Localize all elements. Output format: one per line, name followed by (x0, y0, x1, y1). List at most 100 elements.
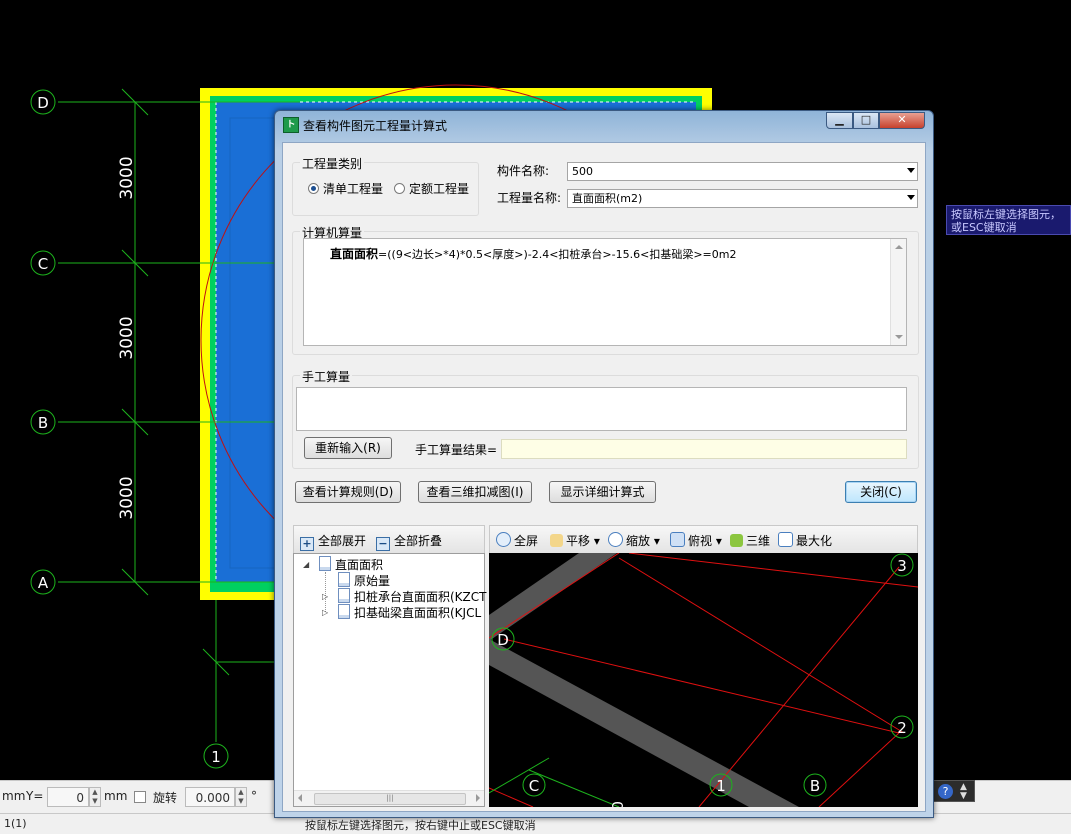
tree-item-original[interactable]: 原始量 (338, 572, 390, 589)
maximize-icon (778, 532, 793, 547)
qty-tree[interactable]: ◢ 直面面积 原始量 ▷ 扣桩承台直面面积(KZCT ▷ 扣基础梁直面面积(KJ… (293, 553, 486, 807)
formula-rest: =((9<边长>*4)*0.5<厚度>)-2.4<扣桩承台>-15.6<扣基础梁… (378, 248, 737, 261)
help-icon[interactable]: ? (938, 784, 953, 799)
qty-name-label: 工程量名称: (497, 191, 562, 205)
tree-item-label: 扣基础梁直面面积(KJCL (354, 606, 482, 620)
y-spinner[interactable]: ▲ ▼ (89, 787, 101, 807)
app-icon: ト (283, 117, 299, 133)
pan-label: 平移 (566, 534, 591, 548)
collapse-all-button[interactable]: − 全部折叠 (376, 532, 442, 551)
view-3d-deduction-button[interactable]: 查看三维扣减图(I) (418, 481, 532, 503)
rotate-input[interactable]: 0.000 (185, 787, 235, 807)
command-prompt: 按鼠标左键选择图元，按右键中止或ESC键取消 (305, 819, 536, 832)
qty-name-select[interactable]: 直面面积(m2) (567, 189, 918, 208)
view-label-B: B (810, 777, 820, 795)
view-label-C: C (529, 777, 539, 795)
maximize-button[interactable]: □ (853, 112, 879, 129)
radio-quota-qty-label[interactable]: 定额工程量 (409, 180, 469, 197)
component-name-value: 500 (572, 165, 593, 178)
dimension-BA: 3000 (117, 476, 137, 519)
formula-textarea[interactable]: 直面面积=((9<边长>*4)*0.5<厚度>)-2.4<扣桩承台>-15.6<… (303, 238, 907, 346)
minus-icon: − (376, 537, 390, 551)
top-view-label: 俯视 (688, 534, 713, 548)
view-label-1: 1 (716, 777, 726, 795)
view-label-2: 2 (897, 719, 907, 737)
close-window-button[interactable]: ✕ (879, 112, 925, 129)
tree-item-pile-cap[interactable]: 扣桩承台直面面积(KZCT (338, 588, 486, 605)
y-label: Y= (26, 789, 44, 803)
axis-label-C: C (38, 255, 48, 273)
view-label-D: D (497, 631, 509, 649)
rotate-spinner[interactable]: ▲ ▼ (235, 787, 247, 807)
collapse-all-label: 全部折叠 (394, 534, 443, 548)
component-name-label: 构件名称: (497, 164, 550, 178)
pan-button[interactable]: 平移 ▾ (550, 532, 600, 549)
document-icon (338, 572, 350, 587)
formula-scrollbar[interactable] (890, 239, 906, 345)
hint-line-2: 或ESC键取消 (951, 221, 1017, 234)
full-screen-button[interactable]: 全屏 (496, 532, 538, 549)
3d-view-button[interactable]: 三维 (730, 532, 770, 549)
full-screen-label: 全屏 (514, 534, 539, 548)
hand-icon (550, 534, 563, 547)
plus-icon: + (300, 537, 314, 551)
component-name-select[interactable]: 500 (567, 162, 918, 181)
view-label-3: 3 (897, 557, 907, 575)
qty-name-value: 直面面积(m2) (572, 192, 643, 205)
view-stray-text: 0 (608, 801, 626, 807)
maximize-view-button[interactable]: 最大化 (778, 532, 832, 549)
zoom-label: 缩放 (626, 534, 651, 548)
dimension-DC: 3000 (117, 156, 137, 199)
dialog-titlebar[interactable]: ト 查看构件图元工程量计算式 ▁ □ ✕ (275, 111, 933, 139)
reinput-button[interactable]: 重新输入(R) (304, 437, 392, 459)
expand-arrow-icon[interactable]: ▷ (322, 592, 328, 601)
rotate-label: 旋转 (153, 791, 178, 805)
axis-label-B: B (38, 414, 48, 432)
expand-all-label: 全部展开 (318, 534, 367, 548)
dimension-CB: 3000 (117, 316, 137, 359)
document-icon (338, 604, 350, 619)
tree-item-label: 原始量 (354, 574, 391, 588)
formula-text: 直面面积=((9<边长>*4)*0.5<厚度>)-2.4<扣桩承台>-15.6<… (330, 245, 736, 262)
collapse-arrow-icon[interactable]: ◢ (303, 560, 309, 569)
axis-label-A: A (38, 574, 49, 592)
close-button[interactable]: 关闭(C) (845, 481, 917, 503)
3d-icon (730, 534, 743, 547)
zoom-button[interactable]: 缩放 ▾ (608, 532, 660, 549)
view-rules-button[interactable]: 查看计算规则(D) (295, 481, 401, 503)
tree-toolbar: + 全部展开 − 全部折叠 (293, 525, 485, 555)
tree-root[interactable]: 直面面积 (319, 556, 383, 573)
rotate-checkbox[interactable] (134, 791, 146, 803)
manual-result-field[interactable] (501, 439, 907, 459)
tree-root-label: 直面面积 (335, 558, 384, 572)
chevron-down-icon (907, 168, 915, 173)
3d-viewport[interactable]: 3 D 2 C 1 B 0 (489, 553, 918, 807)
radio-bill-qty[interactable] (308, 183, 319, 194)
3d-view-label: 三维 (746, 534, 771, 548)
y-input[interactable]: 0 (47, 787, 89, 807)
top-view-button[interactable]: 俯视 ▾ (670, 532, 722, 549)
document-icon (319, 556, 331, 571)
hint-line-1: 按鼠标左键选择图元， (951, 208, 1061, 221)
minimize-button[interactable]: ▁ (826, 112, 853, 129)
tree-item-foundation-beam[interactable]: 扣基础梁直面面积(KJCL (338, 604, 481, 621)
tree-item-label: 扣桩承台直面面积(KZCT (354, 590, 487, 604)
manual-textarea[interactable] (296, 387, 907, 431)
expand-arrow-icon[interactable]: ▷ (322, 608, 328, 617)
manual-calc-label: 手工算量 (300, 368, 353, 385)
radio-bill-qty-label[interactable]: 清单工程量 (323, 180, 383, 197)
cursor-hint-tooltip: 按鼠标左键选择图元， 或ESC键取消 (946, 205, 1071, 235)
radio-quota-qty[interactable] (394, 183, 405, 194)
expand-all-button[interactable]: + 全部展开 (300, 532, 366, 551)
formula-bold: 直面面积 (330, 247, 379, 261)
axis-label-D: D (37, 94, 49, 112)
viewer-toolbar: 全屏 平移 ▾ 缩放 ▾ 俯视 ▾ 三维 最大化 (489, 525, 918, 555)
tree-hscrollbar[interactable]: ||| (294, 790, 484, 806)
dialog-client: 工程量类别 清单工程量 定额工程量 构件名称: 500 工程量名称: 直面面积(… (282, 142, 926, 812)
layer-indicator: 1(1) (4, 817, 27, 830)
axis-label-1: 1 (211, 748, 221, 766)
menu-arrow-icon[interactable]: ▲ ▼ (960, 783, 967, 801)
unit-mm-y: mm (104, 789, 128, 803)
chevron-down-icon (907, 195, 915, 200)
show-detail-formula-button[interactable]: 显示详细计算式 (549, 481, 656, 503)
